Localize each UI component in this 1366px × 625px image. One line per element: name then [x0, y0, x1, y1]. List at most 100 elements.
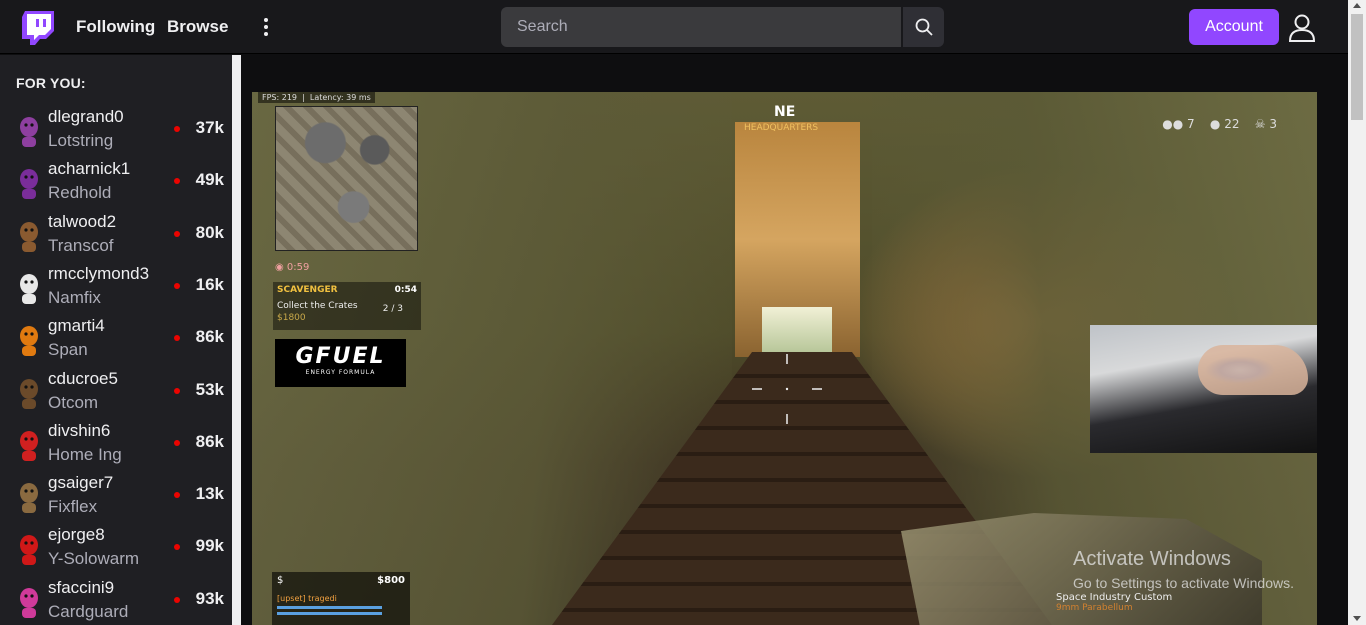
channel-avatar	[20, 169, 38, 200]
viewer-count: 37k	[195, 118, 224, 137]
live-indicator-icon	[174, 282, 180, 289]
search-icon	[915, 18, 933, 36]
viewer-count: 93k	[195, 588, 224, 608]
live-indicator-icon	[174, 439, 180, 446]
channel-avatar	[20, 483, 38, 514]
sidebar-channel-item[interactable]: cducroe5 Otcom 53k	[0, 365, 232, 417]
channel-game: Y-Solowarm	[48, 549, 140, 569]
hud-contract: SCAVENGER 0:54 Collect the Crates 2 / 3 …	[273, 282, 421, 330]
timer-icon: ◉	[275, 262, 284, 273]
activate-windows-watermark: Activate Windows Go to Settings to activ…	[1073, 548, 1294, 591]
crosshair-icon	[752, 354, 822, 424]
search-button[interactable]	[903, 7, 944, 47]
sidebar-scrollbar[interactable]	[232, 55, 241, 625]
sidebar-channel-item[interactable]: ejorge8 Y-Solowarm 99k	[0, 521, 232, 573]
squad-count: 7	[1187, 117, 1195, 131]
sidebar-channel-item[interactable]: gsaiger7 Fixflex 13k	[0, 469, 232, 521]
channel-name: gmarti4	[48, 316, 105, 336]
channel-name: gsaiger7	[48, 473, 114, 493]
channel-name: talwood2	[48, 211, 117, 231]
contract-reward: $1800	[277, 313, 306, 323]
contract-time: 0:54	[394, 285, 417, 295]
more-options-icon[interactable]	[258, 16, 274, 38]
channel-game: Span	[48, 340, 88, 360]
twitch-logo-icon[interactable]	[22, 11, 54, 45]
live-indicator-icon	[174, 178, 180, 185]
skull-icon: ☠	[1254, 117, 1266, 131]
channel-game: Fixflex	[48, 497, 98, 517]
viewer-count: 86k	[195, 327, 224, 347]
nav-browse-link[interactable]: Browse	[167, 17, 228, 37]
hud-weapon-info: Space Industry Custom 9mm Parabellum	[1056, 592, 1172, 613]
channel-avatar	[20, 378, 38, 409]
squad-icon: ●●	[1162, 117, 1184, 131]
top-nav: Following Browse Account	[0, 0, 1348, 54]
channel-name: divshin6	[48, 420, 111, 440]
live-indicator-icon	[174, 335, 180, 342]
sidebar-channel-item[interactable]: dlegrand0 Lotstring 37k	[0, 103, 232, 155]
activate-windows-title: Activate Windows	[1073, 548, 1231, 570]
user-icon[interactable]	[1287, 13, 1317, 43]
timer-value: 0:59	[286, 262, 310, 273]
money-symbol: $	[277, 575, 284, 586]
channel-avatar	[20, 326, 38, 357]
search-input[interactable]	[501, 7, 901, 47]
viewer-count: 53k	[195, 379, 224, 399]
nav-following-link[interactable]: Following	[76, 17, 155, 37]
sponsor-tagline: ENERGY FORMULA	[305, 369, 376, 376]
sidebar-channel-item[interactable]: rmcclymond3 Namfix 16k	[0, 260, 232, 312]
kills-count: 3	[1269, 117, 1277, 131]
video-player[interactable]: FPS: 219 | Latency: 39 ms NE HEADQUARTER…	[252, 92, 1317, 625]
ammo-type: 9mm Parabellum	[1056, 603, 1133, 613]
channel-name: sfaccini9	[48, 577, 115, 597]
hud-latency: Latency: 39 ms	[309, 93, 371, 102]
live-indicator-icon	[174, 126, 180, 132]
live-indicator-icon	[174, 387, 180, 394]
sidebar-channel-item[interactable]: gmarti4 Span 86k	[0, 312, 232, 364]
compass-heading: NE	[774, 104, 796, 120]
page-scrollbar[interactable]	[1348, 0, 1366, 625]
scene-door-light	[762, 307, 832, 352]
account-button[interactable]: Account	[1189, 9, 1279, 45]
hud-timer: ◉ 0:59	[275, 262, 309, 273]
sidebar-channel-item[interactable]: sfaccini9 Cardguard 93k	[0, 574, 232, 625]
viewer-count: 49k	[195, 170, 224, 190]
channel-avatar	[20, 117, 38, 147]
sidebar-channel-item[interactable]: talwood2 Transcof 80k	[0, 208, 232, 260]
viewer-count: 16k	[195, 274, 224, 294]
team-label: [upset] tragedi	[277, 594, 337, 603]
sponsor-logo: GFUEL ENERGY FORMULA	[275, 339, 406, 387]
armor-bar	[277, 612, 382, 615]
live-indicator-icon	[174, 596, 180, 603]
channel-game: Namfix	[48, 287, 101, 307]
channel-avatar	[20, 221, 38, 252]
scrollbar-thumb[interactable]	[1351, 14, 1363, 120]
sidebar-section-title: FOR YOU:	[16, 75, 86, 91]
live-indicator-icon	[174, 544, 180, 551]
scroll-down-arrow-icon[interactable]	[1353, 616, 1361, 621]
live-indicator-icon	[174, 230, 180, 237]
sidebar-channel-item[interactable]: acharnick1 Redhold 49k	[0, 155, 232, 207]
channel-game: Transcof	[48, 235, 114, 255]
activate-windows-subtitle: Go to Settings to activate Windows.	[1073, 575, 1294, 591]
viewer-count: 13k	[195, 484, 224, 504]
streamer-webcam	[1090, 325, 1317, 453]
weapon-name: Space Industry Custom	[1056, 592, 1173, 603]
live-indicator-icon	[174, 492, 180, 499]
hud-minimap	[275, 106, 418, 251]
channel-avatar	[20, 587, 38, 618]
channel-game: Home Ing	[48, 444, 122, 464]
hud-money: $ $800 [upset] tragedi	[272, 572, 410, 625]
hud-compass: NE HEADQUARTERS	[632, 100, 942, 133]
sidebar-channel-item[interactable]: divshin6 Home Ing 86k	[0, 417, 232, 469]
channel-avatar	[20, 535, 38, 566]
viewer-count: 86k	[195, 431, 224, 451]
channel-game: Otcom	[48, 392, 99, 412]
hud-fps: FPS: 219	[262, 93, 298, 102]
channel-game: Lotstring	[48, 131, 114, 150]
compass-location: HEADQUARTERS	[744, 123, 819, 133]
hud-counts: ●● 7 ● 22 ☠ 3	[1162, 117, 1277, 131]
channel-game: Cardguard	[48, 601, 129, 621]
scroll-up-arrow-icon[interactable]	[1353, 3, 1361, 8]
contract-progress: 2 / 3	[382, 304, 403, 314]
